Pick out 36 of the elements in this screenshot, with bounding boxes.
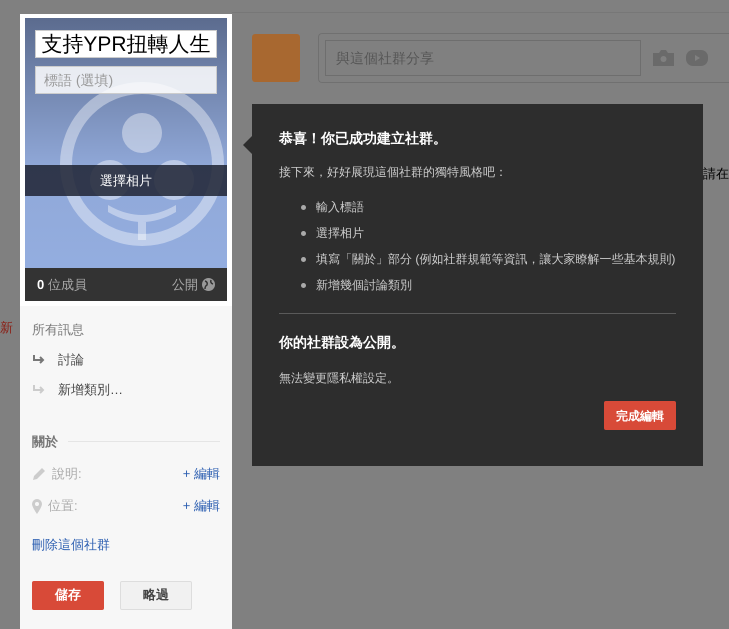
map-pin-icon [32,498,42,514]
popover-title: 恭喜！你已成功建立社群。 [279,129,448,148]
choose-photo-button[interactable]: 選擇相片 [25,165,227,196]
popover-intro: 接下來，好好展現這個社群的獨特風格吧： [279,164,508,181]
section-heading: 關於 [32,432,58,450]
skip-button[interactable]: 略過 [120,580,192,610]
step-text: 新增幾個討論類別 [316,277,412,293]
finish-editing-button[interactable]: 完成編輯 [604,401,676,430]
popover-subtitle: 你的社群設為公開。 [279,333,406,352]
cut-text: 新 [0,319,14,337]
visibility-label: 公開 [172,276,198,294]
step-text: 填寫「關於」部分 (例如社群規範等資訊，讓大家瞭解一些基本規則) [316,251,676,267]
community-title: 支持YPR扭轉人生 [41,34,211,54]
edit-link[interactable]: + 編輯 [182,496,220,516]
bullet-icon [301,231,306,236]
bullet-icon [301,257,306,262]
save-button[interactable]: 儲存 [32,580,104,610]
all-posts-link[interactable]: 所有訊息 [32,320,220,340]
bullet-icon [301,205,306,210]
member-count: 0 位成員 [37,276,87,294]
pencil-icon [32,467,46,481]
field-label: 說明: [52,465,82,484]
title-field[interactable]: 支持YPR扭轉人生 [35,30,217,58]
delete-community-link[interactable]: 刪除這個社群 [32,535,220,554]
bullet-icon [301,283,306,288]
privacy-note: 無法變更隱私權設定。 [279,370,400,387]
category-item[interactable]: 討論 [32,350,220,370]
tagline-field[interactable]: 標語 (選填) [35,66,217,94]
field-label: 位置: [48,497,78,516]
cut-text: 請在 [703,165,729,183]
edit-link[interactable]: + 編輯 [182,464,220,484]
category-item[interactable]: 新增類別… [32,380,220,400]
globe-icon [202,278,215,291]
avatar-placeholder [252,34,300,82]
step-text: 選擇相片 [316,225,364,241]
step-text: 輸入標語 [316,199,364,215]
